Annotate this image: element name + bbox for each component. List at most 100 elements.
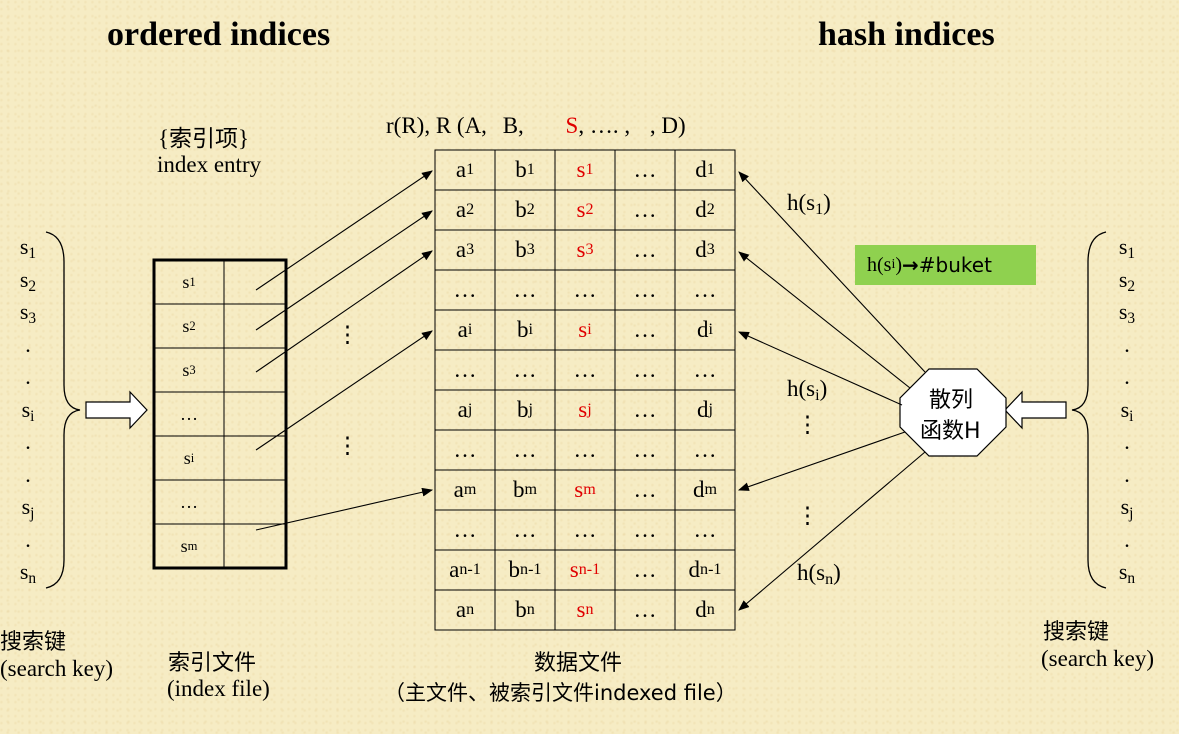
data-cell: di xyxy=(697,317,713,342)
data-cell: a3 xyxy=(455,237,475,262)
data-cell: a n-1 xyxy=(449,557,481,582)
data-cell: … xyxy=(633,237,657,262)
data-cell: s2 xyxy=(576,197,594,222)
hash-label-s1: h(s1) xyxy=(787,190,831,219)
data-cell: si xyxy=(578,317,592,342)
data-cell: … xyxy=(693,517,717,542)
hash-bucket-badge: h(s i) → #buket xyxy=(855,245,1036,285)
index-row-key: s1 xyxy=(182,271,196,292)
data-cell: d2 xyxy=(695,197,715,222)
right-key-9: . xyxy=(1124,526,1130,552)
data-cell: … xyxy=(693,437,717,462)
index-row-key: … xyxy=(180,491,198,512)
data-cell: … xyxy=(633,597,657,622)
data-cell: … xyxy=(633,477,657,502)
left-key-9: . xyxy=(25,526,31,552)
data-cell: … xyxy=(453,437,477,462)
left-key-4: . xyxy=(25,364,31,389)
data-cell: … xyxy=(693,357,717,382)
left-key-6: . xyxy=(25,429,31,454)
data-cell: b2 xyxy=(515,197,535,222)
search-key-cn-right: 搜索键 xyxy=(1043,620,1110,645)
left-hollow-arrow xyxy=(85,390,148,430)
data-cell: an xyxy=(455,597,475,622)
left-search-keys: s1 s2 s3.. si.. sj. sn xyxy=(8,234,48,587)
right-key-4: . xyxy=(1124,364,1130,389)
data-cell: … xyxy=(633,517,657,542)
data-cell: … xyxy=(633,197,657,222)
data-cell: s1 xyxy=(576,157,594,182)
data-cell: dn xyxy=(695,597,715,622)
left-key-8: sj xyxy=(21,494,35,522)
left-key-7: . xyxy=(25,461,31,487)
data-cell: … xyxy=(513,437,537,462)
data-cell: … xyxy=(633,397,657,422)
hash-label-si: h(si) xyxy=(787,376,828,405)
data-cell: … xyxy=(453,517,477,542)
data-cell: a1 xyxy=(455,157,475,182)
left-key-10: sn xyxy=(19,559,37,587)
index-row-key: sm xyxy=(180,535,198,556)
data-file-table: a 1 b 1 s 1 … d 1 a 2 b 2 s 2 … d 2 a 3 b 3 s 3 … d 3 … … … … … a i b i s i … d… xyxy=(435,150,735,630)
search-key-en-right: (search key) xyxy=(1041,646,1155,671)
search-key-en-left: (search key) xyxy=(0,656,114,681)
data-cell: sm xyxy=(574,477,596,502)
data-file-cn: 数据文件 xyxy=(534,651,623,676)
left-key-2: s3 xyxy=(19,299,37,327)
data-cell: … xyxy=(573,517,597,542)
data-cell: … xyxy=(633,157,657,182)
data-cell: sn xyxy=(576,597,594,622)
data-cell: dm xyxy=(692,477,718,502)
data-cell: bm xyxy=(512,477,538,502)
index-row-key: s3 xyxy=(182,359,196,380)
data-cell: … xyxy=(633,557,657,582)
right-key-7: . xyxy=(1124,461,1130,487)
data-cell: … xyxy=(453,357,477,382)
index-row-key: si xyxy=(183,447,195,468)
data-cell: s3 xyxy=(576,237,594,262)
data-cell: b1 xyxy=(515,157,535,182)
data-cell: am xyxy=(453,477,477,502)
data-cell: … xyxy=(573,277,597,302)
data-cell: bn xyxy=(515,597,535,622)
left-brace xyxy=(45,231,81,589)
left-key-5: si xyxy=(21,396,35,425)
data-cell: bj xyxy=(517,397,533,422)
data-cell: sj xyxy=(578,397,592,422)
left-key-3: . xyxy=(25,331,31,357)
left-key-0: s1 xyxy=(19,234,37,262)
hash-function-label-2: 函数H xyxy=(920,419,981,444)
data-cell: ai xyxy=(457,317,473,342)
right-key-5: si xyxy=(1120,396,1134,425)
index-file-en: (index file) xyxy=(167,676,270,701)
data-cell: … xyxy=(633,437,657,462)
index-row-key: … xyxy=(180,403,198,424)
data-cell: … xyxy=(633,277,657,302)
right-key-0: s1 xyxy=(1118,234,1136,262)
data-cell: s n-1 xyxy=(569,557,601,582)
data-cell: … xyxy=(633,357,657,382)
data-cell: … xyxy=(693,277,717,302)
hash-function-label-1: 散列 xyxy=(929,388,974,413)
data-cell: aj xyxy=(457,397,473,422)
data-cell: d3 xyxy=(695,237,715,262)
search-key-cn-left: 搜索键 xyxy=(0,630,67,655)
right-key-1: s2 xyxy=(1118,266,1136,295)
data-cell: d n-1 xyxy=(688,557,722,582)
vdots-middle-2: ⋮ xyxy=(336,433,359,458)
index-file-cn: 索引文件 xyxy=(168,651,257,676)
data-cell: … xyxy=(513,277,537,302)
index-row-key: s2 xyxy=(182,315,196,336)
data-cell: … xyxy=(513,357,537,382)
left-key-1: s2 xyxy=(19,266,37,295)
vdots-right-1: ⋮ xyxy=(796,412,819,437)
right-key-6: . xyxy=(1124,429,1130,454)
right-key-3: . xyxy=(1124,331,1130,357)
index-file-table: s 1 s 2 s 3 … s i … s m xyxy=(154,260,286,568)
data-cell: … xyxy=(453,277,477,302)
data-cell: b3 xyxy=(515,237,535,262)
data-cell: … xyxy=(573,357,597,382)
right-brace xyxy=(1071,231,1107,589)
right-key-8: sj xyxy=(1120,494,1134,522)
right-hollow-arrow xyxy=(1004,390,1067,430)
